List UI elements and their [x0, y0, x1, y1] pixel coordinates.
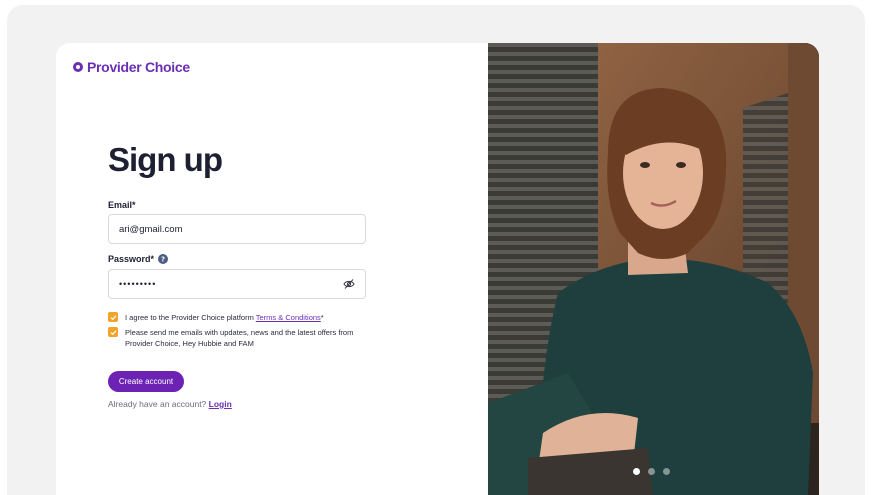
hero-photo — [488, 43, 819, 495]
eye-slash-icon[interactable] — [343, 278, 355, 290]
marketing-checkbox[interactable] — [108, 327, 118, 337]
password-label-row: Password* ? — [108, 254, 169, 264]
check-icon — [110, 329, 116, 335]
svg-text:?: ? — [161, 256, 165, 264]
signup-card: Provider Choice Sign up Email* ari@gmail… — [56, 43, 819, 495]
terms-suffix: * — [320, 313, 324, 322]
marketing-text: Please send me emails with updates, news… — [125, 328, 354, 348]
terms-checkbox-row: I agree to the Provider Choice platform … — [108, 312, 324, 323]
password-label: Password* — [108, 254, 155, 264]
create-account-button[interactable]: Create account — [108, 371, 184, 392]
login-prompt: Already have an account? Login — [108, 399, 232, 409]
brand-name: Provider Choice — [87, 59, 190, 75]
password-field[interactable]: ••••••••• — [108, 269, 366, 299]
provider-choice-logo-icon — [73, 62, 83, 72]
signup-panel: Provider Choice Sign up Email* ari@gmail… — [56, 43, 488, 495]
help-icon[interactable]: ? — [158, 254, 169, 264]
check-icon — [110, 314, 116, 320]
password-value: ••••••••• — [119, 279, 157, 289]
terms-link[interactable]: Terms & Conditions — [256, 313, 321, 322]
login-link[interactable]: Login — [209, 399, 232, 409]
brand-logo[interactable]: Provider Choice — [73, 59, 190, 75]
marketing-checkbox-row: Please send me emails with updates, news… — [108, 327, 378, 349]
carousel-dot-1[interactable] — [633, 468, 640, 475]
terms-text: I agree to the Provider Choice platform … — [125, 312, 324, 323]
child-portrait-image — [488, 43, 819, 495]
carousel-dot-3[interactable] — [663, 468, 670, 475]
already-text: Already have an account? — [108, 399, 209, 409]
terms-checkbox[interactable] — [108, 312, 118, 322]
carousel-dot-2[interactable] — [648, 468, 655, 475]
page-title: Sign up — [108, 141, 223, 178]
email-field[interactable]: ari@gmail.com — [108, 214, 366, 244]
email-value: ari@gmail.com — [119, 223, 183, 235]
terms-prefix: I agree to the Provider Choice platform — [125, 313, 256, 322]
email-label: Email* — [108, 200, 136, 210]
carousel-indicators — [633, 468, 670, 475]
